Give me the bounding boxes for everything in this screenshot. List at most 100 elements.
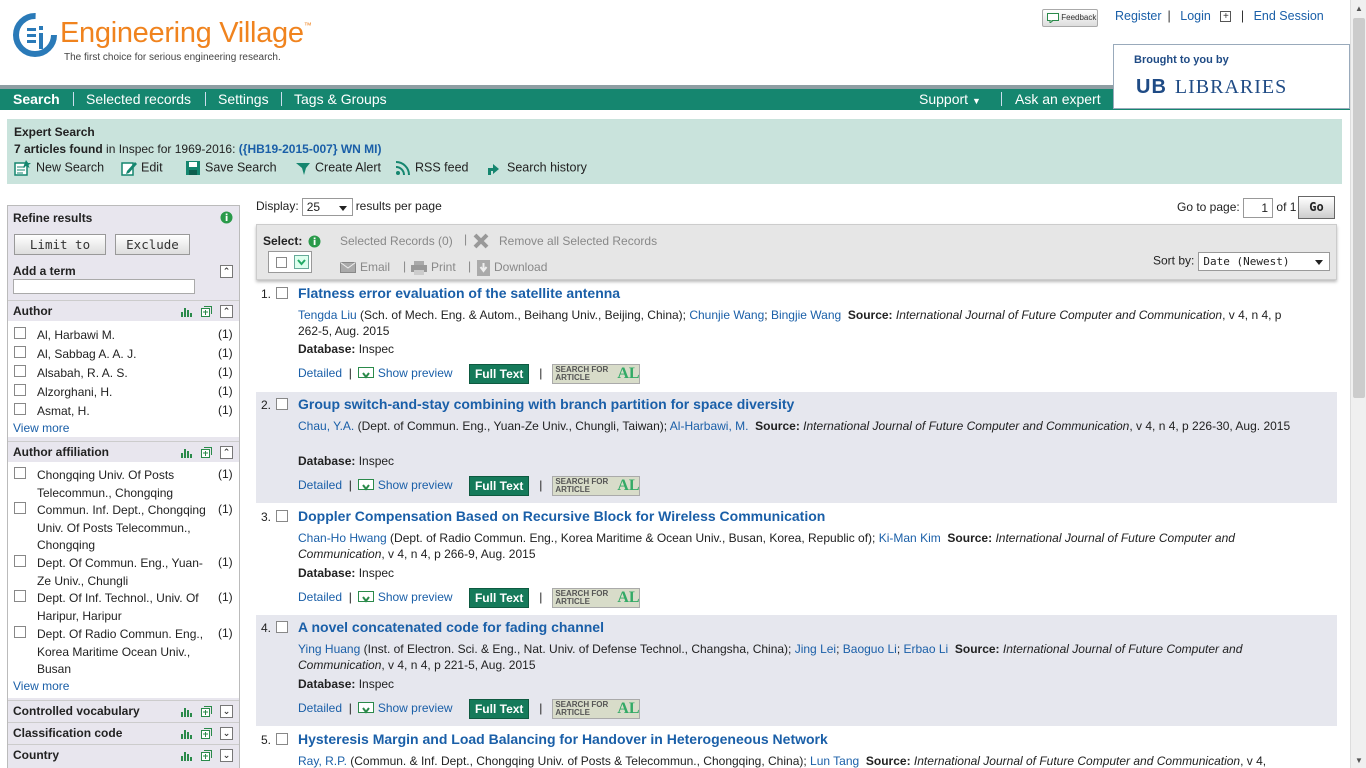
facet-checkbox[interactable] xyxy=(14,555,26,567)
print-button[interactable]: Print xyxy=(411,260,456,275)
show-preview-link[interactable]: Show preview xyxy=(378,366,453,380)
author-link[interactable]: Tengda Liu xyxy=(298,308,357,322)
preview-icon[interactable] xyxy=(358,591,375,605)
page-number-input[interactable]: 1 xyxy=(1243,198,1274,218)
record-checkbox[interactable] xyxy=(276,510,288,522)
search-query-link[interactable]: ({HB19-2015-007} WN MI) xyxy=(239,142,382,156)
controlled-vocabulary-header[interactable]: Controlled vocabulary ⌄ xyxy=(8,700,239,720)
facet-checkbox[interactable] xyxy=(14,590,26,602)
full-text-button[interactable]: Full Text xyxy=(469,476,530,496)
bar-chart-icon[interactable] xyxy=(181,447,193,459)
export-grid-icon[interactable] xyxy=(200,306,212,318)
sort-by-select[interactable]: Date (Newest) xyxy=(1198,252,1331,271)
register-link[interactable]: Register xyxy=(1115,9,1162,23)
export-grid-icon[interactable] xyxy=(200,706,212,718)
author-link[interactable]: Chau, Y.A. xyxy=(298,419,354,433)
record-checkbox[interactable] xyxy=(276,287,288,299)
collapse-up-icon[interactable]: ⌃ xyxy=(220,305,233,319)
bar-chart-icon[interactable] xyxy=(181,750,193,762)
record-checkbox[interactable] xyxy=(276,733,288,745)
add-term-input[interactable] xyxy=(13,279,195,294)
author-link[interactable]: Baoguo Li xyxy=(843,642,897,656)
login-link[interactable]: Login xyxy=(1180,9,1211,23)
expand-plus-icon[interactable]: + xyxy=(1220,11,1232,23)
preview-icon[interactable] xyxy=(358,367,375,381)
author-link[interactable]: Ray, R.P. xyxy=(298,754,347,768)
email-button[interactable]: Email xyxy=(340,260,390,274)
author-link[interactable]: Chan-Ho Hwang xyxy=(298,531,387,545)
bar-chart-icon[interactable] xyxy=(181,728,193,740)
facet-checkbox[interactable] xyxy=(14,467,26,479)
expand-down-icon[interactable]: ⌄ xyxy=(220,749,233,763)
nav-selected-records[interactable]: Selected records xyxy=(86,91,191,107)
search-for-article-button[interactable]: SEARCH FOR ARTICLE AL xyxy=(552,364,641,384)
chevron-down-icon[interactable] xyxy=(294,255,309,269)
info-icon[interactable] xyxy=(308,235,321,248)
info-icon[interactable] xyxy=(220,211,233,224)
feedback-button[interactable]: Feedback xyxy=(1042,9,1098,27)
detailed-link[interactable]: Detailed xyxy=(298,701,342,715)
end-session-link[interactable]: End Session xyxy=(1254,9,1324,23)
nav-ask-expert[interactable]: Ask an expert xyxy=(1015,91,1101,107)
exclude-button[interactable]: Exclude xyxy=(115,234,190,255)
facet-checkbox[interactable] xyxy=(14,626,26,638)
select-all-checkbox[interactable] xyxy=(276,257,287,268)
author-link[interactable]: Bingjie Wang xyxy=(771,308,841,322)
expand-down-icon[interactable]: ⌄ xyxy=(220,705,233,719)
author-view-more-link[interactable]: View more xyxy=(13,421,69,435)
author-link[interactable]: Chunjie Wang xyxy=(689,308,764,322)
results-per-page-select[interactable]: 25 xyxy=(301,198,353,216)
detailed-link[interactable]: Detailed xyxy=(298,590,342,604)
go-button[interactable]: Go xyxy=(1298,196,1335,219)
classification-code-header[interactable]: Classification code ⌄ xyxy=(8,722,239,742)
nav-settings[interactable]: Settings xyxy=(218,91,269,107)
facet-checkbox[interactable] xyxy=(14,346,26,358)
engineering-village-logo-icon[interactable] xyxy=(12,12,58,58)
collapse-up-icon[interactable]: ⌃ xyxy=(220,446,233,460)
record-title-link[interactable]: Group switch-and-stay combining with bra… xyxy=(298,396,794,412)
facet-checkbox[interactable] xyxy=(14,502,26,514)
nav-tags-groups[interactable]: Tags & Groups xyxy=(294,91,387,107)
author-link[interactable]: Jing Lei xyxy=(795,642,836,656)
expand-down-icon[interactable]: ⌄ xyxy=(220,727,233,741)
record-checkbox[interactable] xyxy=(276,398,288,410)
preview-icon[interactable] xyxy=(358,479,375,493)
page-scrollbar[interactable]: ▲ ▼ xyxy=(1350,0,1366,768)
country-header[interactable]: Country ⌄ xyxy=(8,744,239,764)
detailed-link[interactable]: Detailed xyxy=(298,478,342,492)
scroll-down-arrow-icon[interactable]: ▼ xyxy=(1355,756,1363,765)
export-grid-icon[interactable] xyxy=(200,750,212,762)
author-link[interactable]: Erbao Li xyxy=(903,642,948,656)
facet-checkbox[interactable] xyxy=(14,403,26,415)
facet-checkbox[interactable] xyxy=(14,384,26,396)
search-history-button[interactable]: Search history xyxy=(485,160,587,176)
create-alert-button[interactable]: Create Alert xyxy=(295,160,381,176)
nav-search[interactable]: Search xyxy=(13,91,60,107)
new-search-button[interactable]: New Search xyxy=(14,160,104,176)
select-all-dropdown[interactable] xyxy=(268,251,312,273)
search-for-article-button[interactable]: SEARCH FOR ARTICLE AL xyxy=(552,699,641,719)
detailed-link[interactable]: Detailed xyxy=(298,366,342,380)
preview-icon[interactable] xyxy=(358,702,375,716)
facet-checkbox[interactable] xyxy=(14,365,26,377)
record-checkbox[interactable] xyxy=(276,621,288,633)
record-title-link[interactable]: A novel concatenated code for fading cha… xyxy=(298,619,604,635)
export-grid-icon[interactable] xyxy=(200,728,212,740)
collapse-up-icon[interactable]: ⌃ xyxy=(220,265,233,279)
full-text-button[interactable]: Full Text xyxy=(469,699,530,719)
edit-button[interactable]: Edit xyxy=(121,160,163,176)
show-preview-link[interactable]: Show preview xyxy=(378,701,453,715)
record-title-link[interactable]: Hysteresis Margin and Load Balancing for… xyxy=(298,731,828,747)
record-title-link[interactable]: Doppler Compensation Based on Recursive … xyxy=(298,508,825,524)
logo-title[interactable]: Engineering Village™ xyxy=(60,17,312,50)
rss-feed-button[interactable]: RSS feed xyxy=(395,160,469,176)
export-grid-icon[interactable] xyxy=(200,447,212,459)
author-link[interactable]: Ying Huang xyxy=(298,642,360,656)
author-link[interactable]: Ki-Man Kim xyxy=(879,531,941,545)
full-text-button[interactable]: Full Text xyxy=(469,364,530,384)
show-preview-link[interactable]: Show preview xyxy=(378,478,453,492)
show-preview-link[interactable]: Show preview xyxy=(378,590,453,604)
scrollbar-thumb[interactable] xyxy=(1353,18,1365,398)
ub-libraries-logo[interactable]: UB LIBRARIES xyxy=(1136,76,1287,99)
search-for-article-button[interactable]: SEARCH FOR ARTICLE AL xyxy=(552,476,641,496)
